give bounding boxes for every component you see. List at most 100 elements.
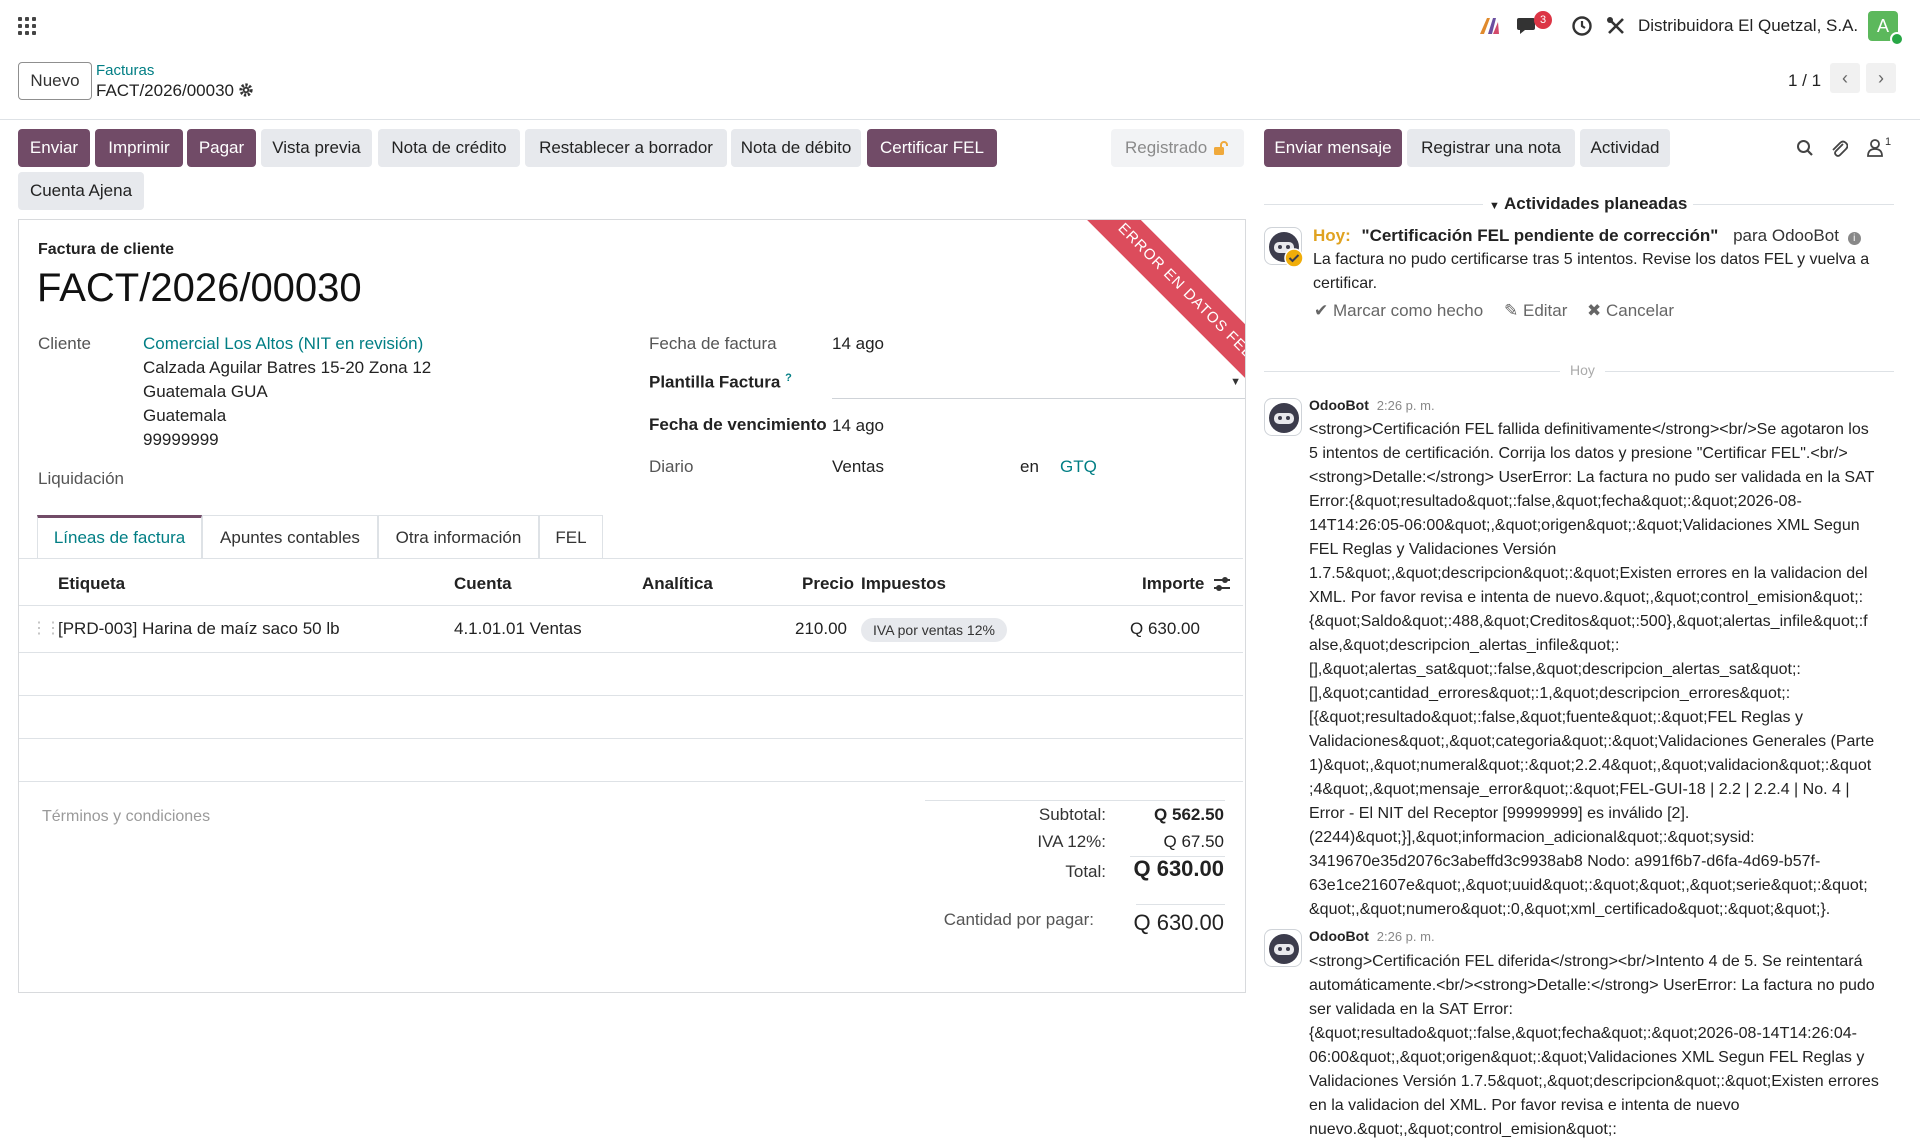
- message-line: <strong>Detalle:</strong> UserError: La …: [1309, 469, 1875, 486]
- drag-handle-icon[interactable]: ⋮⋮: [31, 618, 61, 638]
- user-status-dot: [1890, 32, 1904, 46]
- pager-previous-button[interactable]: ‹: [1830, 63, 1860, 93]
- customer-address-line: Calzada Aguilar Batres 15-20 Zona 12: [143, 358, 432, 377]
- template-select[interactable]: ▼: [832, 372, 1245, 399]
- odoobot-avatar: [1264, 929, 1302, 967]
- paperclip-icon[interactable]: [1830, 138, 1848, 158]
- check-badge-icon: [1284, 248, 1304, 268]
- followers-icon[interactable]: [1866, 138, 1884, 158]
- invoice-date-value[interactable]: 14 ago: [832, 334, 884, 354]
- odoobot-avatar: [1264, 398, 1302, 436]
- subtotal-label: Subtotal:: [1038, 805, 1106, 824]
- message-line: 1.7.5&quot;,&quot;descripcion&quot;:&quo…: [1309, 565, 1868, 582]
- currency-in-label: en: [1020, 457, 1039, 476]
- tab-fel[interactable]: FEL: [539, 515, 603, 559]
- template-label: Plantilla Factura ?: [649, 372, 792, 393]
- unlock-icon: [1214, 141, 1228, 155]
- message-line: ser validada en la SAT Error:: [1309, 1001, 1513, 1018]
- column-price[interactable]: Precio: [802, 574, 854, 594]
- line-price[interactable]: 210.00: [795, 619, 847, 639]
- edit-label: Editar: [1522, 301, 1568, 320]
- column-label[interactable]: Etiqueta: [58, 574, 125, 594]
- search-icon[interactable]: [1796, 139, 1814, 157]
- third-party-account-button[interactable]: Cuenta Ajena: [18, 172, 144, 210]
- journal-value[interactable]: Ventas: [832, 457, 884, 477]
- info-icon[interactable]: i: [1847, 232, 1861, 245]
- debit-note-button[interactable]: Nota de débito: [731, 129, 861, 167]
- reset-to-draft-button[interactable]: Restablecer a borrador: [525, 129, 727, 167]
- activity-due-label: Hoy:: [1313, 226, 1351, 245]
- cancel-activity-button[interactable]: ✖ Cancelar: [1587, 301, 1674, 321]
- template-label-text: Plantilla Factura: [649, 372, 781, 392]
- subtotal-value: Q 562.50: [1154, 805, 1224, 824]
- message-author[interactable]: OdooBot: [1309, 397, 1369, 413]
- ai-logo-icon[interactable]: [1478, 16, 1500, 36]
- activity-clock-icon[interactable]: [1571, 15, 1593, 37]
- preview-button[interactable]: Vista previa: [261, 129, 372, 167]
- debug-tools-icon[interactable]: [1605, 15, 1627, 37]
- line-tax-tag[interactable]: IVA por ventas 12%: [861, 618, 1007, 642]
- certify-fel-button[interactable]: Certificar FEL: [867, 129, 997, 167]
- status-label: Registrado: [1125, 138, 1208, 157]
- message-line: 5 intentos de certificación. Corrija los…: [1309, 445, 1848, 462]
- message-header: OdooBot 2:26 p. m.: [1309, 928, 1435, 944]
- log-note-button[interactable]: Registrar una nota: [1407, 129, 1575, 167]
- message-line: {&quot;Saldo&quot;:488,&quot;Creditos&qu…: [1309, 613, 1868, 630]
- currency-link[interactable]: GTQ: [1060, 457, 1097, 477]
- activity-button[interactable]: Actividad: [1580, 129, 1670, 167]
- line-account[interactable]: 4.1.01.01 Ventas: [454, 619, 582, 639]
- message-line: FEL Reglas y Validaciones Versión: [1309, 541, 1557, 558]
- ribbon-text: ERROR EN DATOS FEL: [1079, 220, 1245, 390]
- settlement-label: Liquidación: [38, 469, 125, 488]
- breadcrumb-parent[interactable]: Facturas: [96, 62, 154, 79]
- pager-value[interactable]: 1 / 1: [1788, 71, 1821, 91]
- credit-note-button[interactable]: Nota de crédito: [378, 129, 520, 167]
- due-date-value[interactable]: 14 ago: [832, 416, 884, 436]
- message-line: [{&quot;resultado&quot;:false,&quot;fuen…: [1309, 709, 1803, 726]
- mark-done-button[interactable]: ✔ Marcar como hecho: [1314, 301, 1483, 321]
- message-line: Error - El NIT del Receptor [99999999] e…: [1309, 805, 1690, 822]
- due-date-label: Fecha de vencimiento: [649, 415, 827, 434]
- column-account[interactable]: Cuenta: [454, 574, 512, 594]
- close-icon: ✖: [1587, 301, 1602, 320]
- help-icon[interactable]: ?: [785, 372, 792, 384]
- message-author[interactable]: OdooBot: [1309, 928, 1369, 944]
- edit-activity-button[interactable]: ✎ Editar: [1504, 301, 1567, 321]
- invoice-number: FACT/2026/00030: [37, 266, 362, 310]
- line-label[interactable]: [PRD-003] Harina de maíz saco 50 lb: [58, 619, 340, 639]
- messages-badge: 3: [1534, 11, 1552, 29]
- optional-columns-toggle-icon[interactable]: [1213, 575, 1231, 593]
- gear-icon[interactable]: [238, 82, 254, 98]
- new-button[interactable]: Nuevo: [18, 62, 92, 100]
- tab-invoice-lines[interactable]: Líneas de factura: [37, 515, 202, 559]
- caret-down-icon: ▼: [1489, 200, 1500, 212]
- message-line: ;4&quot;,&quot;mensaje_error&quot;:&quot…: [1309, 781, 1850, 798]
- print-button[interactable]: Imprimir: [95, 129, 183, 167]
- planned-activities-toggle[interactable]: ▼ Actividades planeadas: [1483, 194, 1694, 214]
- send-message-button[interactable]: Enviar mensaje: [1264, 129, 1402, 167]
- column-analytic[interactable]: Analítica: [642, 574, 713, 594]
- pager-next-button[interactable]: ›: [1866, 63, 1896, 93]
- column-taxes[interactable]: Impuestos: [861, 574, 946, 594]
- message-line: 1)&quot;,&quot;numeral&quot;:&quot;2.2.4…: [1309, 757, 1872, 774]
- terms-input[interactable]: Términos y condiciones: [42, 808, 210, 826]
- message-line: 3419670e35d2076c3abeffd3c9938ab8 Nodo: a…: [1309, 853, 1821, 870]
- customer-address-line: Guatemala: [143, 406, 227, 425]
- message-line: Error:{&quot;resultado&quot;:false,&quot…: [1309, 493, 1802, 510]
- message-header: OdooBot 2:26 p. m.: [1309, 397, 1435, 413]
- activity-note: La factura no pudo certificarse tras 5 i…: [1313, 251, 1870, 292]
- customer-address-line: Guatemala GUA: [143, 382, 268, 401]
- customer-link[interactable]: Comercial Los Altos (NIT en revisión): [143, 334, 423, 354]
- row-divider: [19, 738, 1243, 739]
- send-button[interactable]: Enviar: [18, 129, 90, 167]
- pay-button[interactable]: Pagar: [187, 129, 256, 167]
- message-line: [],&quot;alertas_sat&quot;:false,&quot;d…: [1309, 661, 1801, 678]
- app-menu-icon[interactable]: [18, 17, 36, 35]
- column-amount[interactable]: Importe: [1142, 574, 1204, 594]
- tab-journal-items[interactable]: Apuntes contables: [202, 515, 378, 559]
- invoice-type-label: Factura de cliente: [38, 241, 175, 258]
- company-switcher[interactable]: Distribuidora El Quetzal, S.A.: [1638, 16, 1858, 36]
- tab-other-info[interactable]: Otra información: [378, 515, 539, 559]
- message-line: (2244)&quot;}],&quot;informacion_adicion…: [1309, 829, 1755, 846]
- table-row[interactable]: ⋮⋮ [PRD-003] Harina de maíz saco 50 lb 4…: [19, 606, 1243, 652]
